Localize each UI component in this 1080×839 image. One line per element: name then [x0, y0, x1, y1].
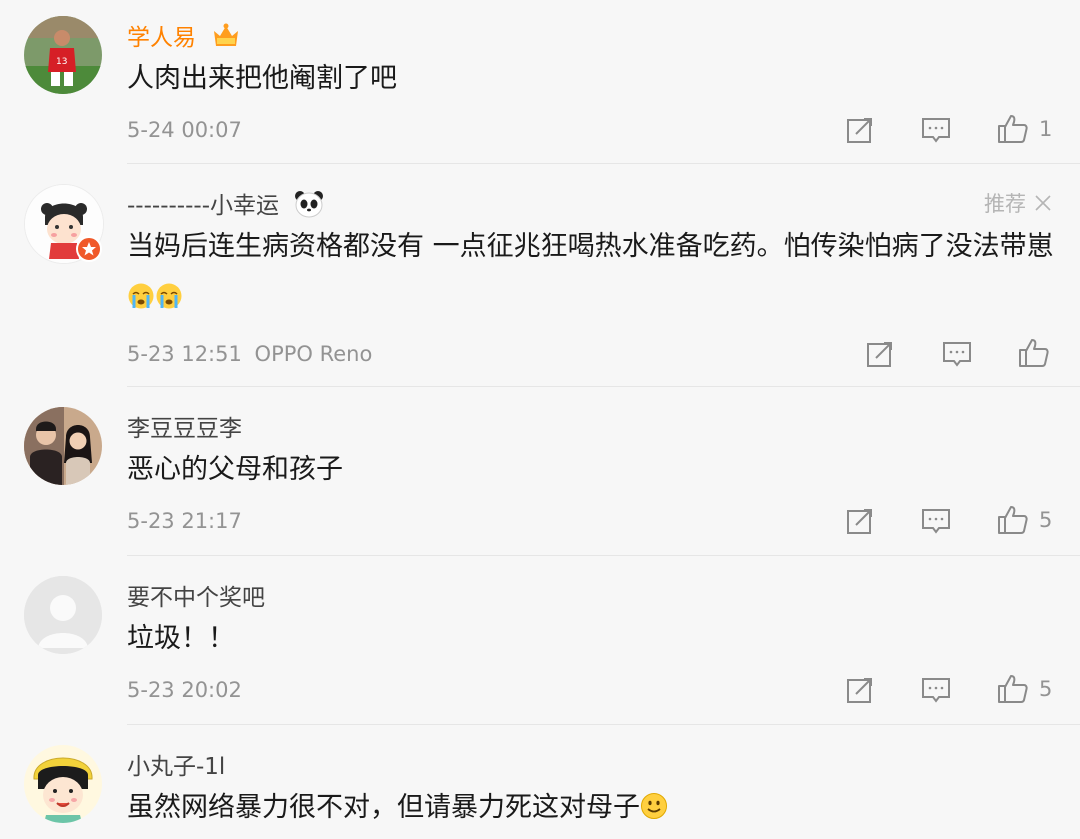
like-button[interactable]: 5	[997, 505, 1052, 535]
repost-button[interactable]	[846, 116, 874, 144]
timestamp: 5-23 12:51 OPPO Reno	[127, 342, 373, 366]
repost-icon	[867, 342, 892, 367]
comment-text: 恶心的父母和孩子	[127, 454, 343, 485]
comment-text: 人肉出来把他阉割了吧	[127, 63, 397, 94]
recommend-tag[interactable]: 推荐	[984, 188, 1052, 218]
crying-emoji	[127, 276, 155, 327]
username[interactable]: 李豆豆豆李	[127, 409, 242, 443]
thumbs-up-icon	[998, 675, 1028, 703]
username[interactable]: 要不中个奖吧	[127, 578, 265, 612]
like-count: 5	[1039, 677, 1053, 701]
timestamp: 5-24 00:07	[127, 118, 242, 142]
svg-text:13: 13	[56, 57, 67, 67]
avatar[interactable]: 13	[24, 16, 102, 94]
device-label: OPPO Reno	[254, 342, 373, 366]
panda-emoji	[294, 190, 324, 224]
verified-badge-icon	[76, 236, 102, 262]
smile-emoji	[640, 786, 668, 837]
close-icon[interactable]	[1034, 194, 1052, 212]
timestamp: 5-23 20:02	[127, 678, 242, 702]
username[interactable]: 小丸子-1l	[127, 747, 225, 781]
default-avatar-icon	[24, 576, 102, 654]
like-button[interactable]	[1018, 338, 1050, 368]
crying-emoji	[155, 276, 183, 327]
comment-text: 垃圾！！	[127, 623, 235, 654]
repost-icon	[847, 509, 872, 534]
comment-icon	[922, 118, 950, 143]
comment-button[interactable]	[921, 676, 951, 704]
comment-button[interactable]	[921, 116, 951, 144]
repost-button[interactable]	[866, 340, 894, 368]
thumbs-up-icon	[998, 506, 1028, 534]
thumbs-up-icon	[1019, 339, 1049, 367]
comment-button[interactable]	[942, 340, 972, 368]
timestamp: 5-23 21:17	[127, 509, 242, 533]
like-count: 5	[1039, 508, 1053, 532]
repost-button[interactable]	[846, 507, 874, 535]
divider	[127, 386, 1080, 387]
repost-icon	[847, 678, 872, 703]
username[interactable]: ----------小幸运	[127, 186, 324, 224]
like-button[interactable]: 1	[997, 114, 1052, 144]
divider	[127, 724, 1080, 725]
comment-button[interactable]	[921, 507, 951, 535]
vip-crown-icon	[211, 22, 241, 56]
like-count: 1	[1039, 117, 1053, 141]
avatar[interactable]	[24, 407, 102, 485]
comment-icon	[922, 509, 950, 534]
repost-button[interactable]	[846, 676, 874, 704]
avatar[interactable]	[24, 576, 102, 654]
comment-text: 虽然网络暴力很不对，但请暴力死这对母子	[127, 782, 1057, 837]
comment-icon	[943, 342, 971, 367]
like-button[interactable]: 5	[997, 674, 1052, 704]
comment-text: 当妈后连生病资格都没有 一点征兆狂喝热水准备吃药。怕传染怕病了没法带崽	[127, 221, 1057, 327]
username[interactable]: 学人易	[127, 18, 241, 56]
avatar[interactable]	[24, 745, 102, 823]
thumbs-up-icon	[998, 115, 1028, 143]
divider	[127, 555, 1080, 556]
repost-icon	[847, 118, 872, 143]
comment-icon	[922, 678, 950, 703]
divider	[127, 163, 1080, 164]
